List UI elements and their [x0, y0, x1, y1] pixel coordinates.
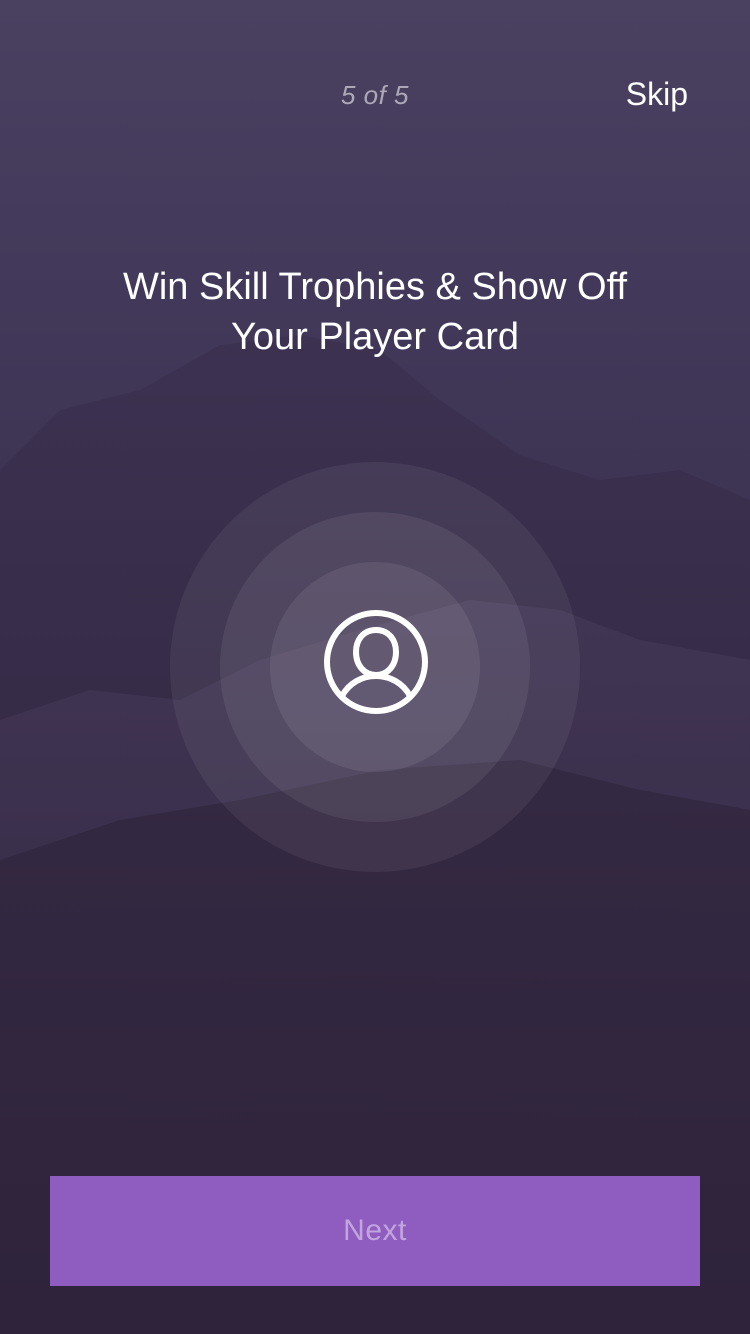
- next-button[interactable]: Next: [50, 1176, 700, 1286]
- next-button-label: Next: [343, 1214, 407, 1247]
- feature-illustration: [170, 462, 580, 872]
- user-profile-icon: [324, 610, 428, 714]
- skip-button[interactable]: Skip: [626, 76, 688, 113]
- onboarding-headline: Win Skill Trophies & Show Off Your Playe…: [122, 266, 628, 358]
- onboarding-screen: 5 of 5 Skip Win Skill Trophies & Show Of…: [0, 0, 750, 1334]
